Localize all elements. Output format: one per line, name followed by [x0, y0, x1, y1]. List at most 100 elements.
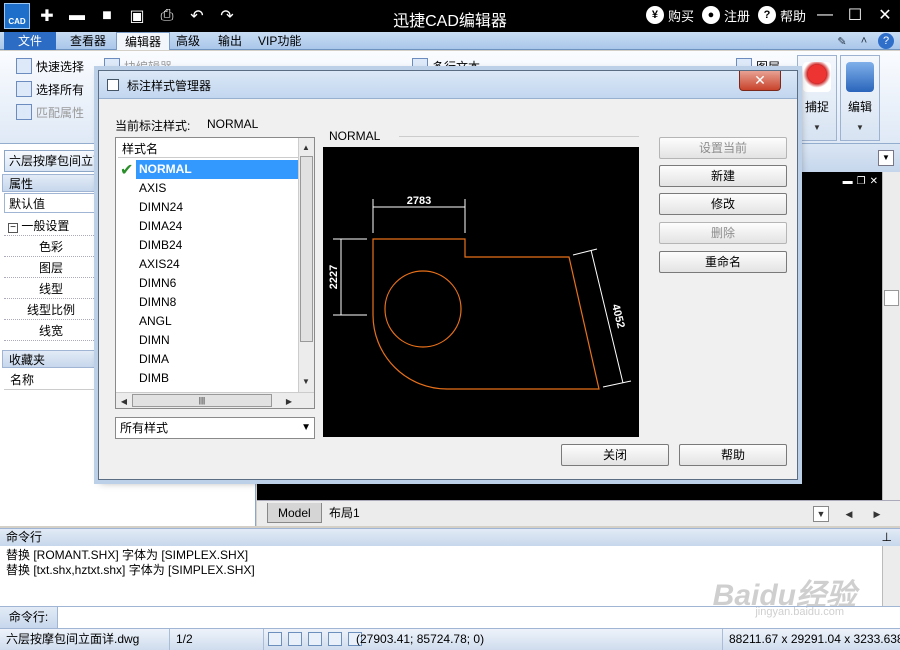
style-item[interactable]: NORMAL [136, 160, 298, 179]
style-list-hscroll[interactable]: ◀ ||| ▶ [116, 392, 314, 408]
drawing-minimize-icon[interactable]: ▬ [843, 176, 853, 187]
tab-viewer[interactable]: 查看器 [62, 32, 114, 50]
style-item[interactable]: DIMN [118, 331, 298, 350]
prop-linetype-scale[interactable]: 线型比例 [4, 300, 98, 320]
tab-file[interactable]: 文件 [4, 32, 56, 50]
save-icon[interactable]: ■ [94, 3, 120, 29]
scroll-down-icon[interactable]: ▼ [299, 374, 313, 388]
style-list-vthumb[interactable] [300, 156, 313, 342]
delete-style-button[interactable]: 删除 [659, 222, 787, 244]
preview-groupbox-line [399, 136, 639, 137]
style-list[interactable]: 样式名 ✔ NORMAL AXIS DIMN24 DIMA24 DIMB24 A… [115, 137, 315, 409]
edit-dropdown-icon: ▼ [856, 123, 864, 132]
dialog-titlebar[interactable]: 标注样式管理器 [99, 71, 797, 99]
command-log-scrollbar[interactable] [882, 546, 900, 606]
general-settings-group[interactable]: − 一般设置 [4, 216, 98, 236]
document-tab[interactable]: 六层按摩包间立面详 [4, 150, 104, 172]
print-icon[interactable]: ⎙ [154, 3, 180, 29]
scroll-right-arrow-icon[interactable]: ▶ [282, 394, 296, 408]
tab-editor[interactable]: 编辑器 [116, 32, 171, 50]
help-link[interactable]: ? 帮助 [757, 6, 806, 25]
save-as-icon[interactable]: ▣ [124, 3, 150, 29]
redo-icon[interactable]: ↷ [214, 3, 240, 29]
edit-button[interactable]: 编辑 ▼ [840, 55, 880, 141]
minimize-icon[interactable]: — [814, 4, 836, 26]
collapse-ribbon-icon[interactable]: ˄ [856, 33, 872, 49]
register-link[interactable]: ● 注册 [701, 6, 750, 25]
style-item[interactable]: DIMA [118, 350, 298, 369]
prop-color[interactable]: 色彩 [4, 237, 98, 257]
prop-lineweight[interactable]: 线宽 [4, 321, 98, 341]
drawing-vertical-thumb[interactable] [884, 290, 899, 306]
dialog-close-icon[interactable]: ✕ [739, 71, 781, 91]
scroll-up-icon[interactable]: ▲ [299, 140, 313, 154]
undo-icon[interactable]: ↶ [184, 3, 210, 29]
style-item[interactable]: DIMN6 [118, 274, 298, 293]
style-item[interactable]: DIMN8 [118, 293, 298, 312]
tab-advanced[interactable]: 高级 [168, 32, 208, 50]
window-close-icon[interactable]: ✕ [874, 4, 896, 26]
tab-output[interactable]: 输出 [210, 32, 250, 50]
brush-match-icon [16, 104, 32, 120]
style-item[interactable]: AXIS24 [118, 255, 298, 274]
ribbon-help-icon[interactable]: ? [878, 33, 894, 49]
scroll-left-arrow-icon[interactable]: ◀ [117, 394, 131, 408]
scroll-left-icon[interactable]: ◀ [841, 506, 857, 522]
pin-icon[interactable]: ⊥ [882, 529, 892, 546]
style-item[interactable]: DIMB24 [118, 236, 298, 255]
tab-layout1[interactable]: 布局1 [319, 503, 370, 523]
new-file-icon[interactable]: ✚ [34, 3, 60, 29]
style-list-hthumb[interactable]: ||| [132, 394, 272, 407]
style-filter-select[interactable]: 所有样式 ▼ [115, 417, 315, 439]
style-item[interactable]: DIMB [118, 369, 298, 388]
register-label: 注册 [723, 8, 750, 24]
quick-access-toolbar: CAD ✚ ▬ ■ ▣ ⎙ ↶ ↷ [4, 3, 240, 29]
maximize-icon[interactable]: ☐ [844, 4, 866, 26]
scroll-dropdown-icon[interactable]: ▼ [813, 506, 829, 522]
style-list-vscroll[interactable]: ▲ ▼ [298, 138, 314, 392]
quick-select-icon [16, 58, 32, 74]
buy-link[interactable]: ¥ 购买 [645, 6, 694, 25]
help-button[interactable]: 帮助 [679, 444, 787, 466]
app-logo[interactable]: CAD [4, 3, 30, 29]
select-all-button[interactable]: 选择所有 [16, 79, 84, 99]
style-item[interactable]: DIMN24 [118, 198, 298, 217]
edit-doc-icon [846, 62, 874, 92]
snap-toggle-icon[interactable] [268, 632, 282, 646]
preview-drawing: 2783 2227 4052 [328, 195, 632, 390]
user-icon: ● [701, 6, 720, 24]
drawing-close-icon[interactable]: ✕ [870, 176, 878, 187]
style-item[interactable]: ANGL [118, 312, 298, 331]
match-props-button[interactable]: 匹配属性 [16, 102, 84, 122]
status-page: 1/2 [170, 629, 264, 650]
new-style-button[interactable]: 新建 [659, 165, 787, 187]
quick-select-button[interactable]: 快速选择 [16, 56, 84, 76]
help-label: 帮助 [779, 8, 806, 24]
brush-icon[interactable]: ✎ [834, 33, 850, 49]
magnet-icon [803, 62, 831, 92]
grid-dots-icon[interactable] [308, 632, 322, 646]
style-item[interactable]: AXIS [118, 179, 298, 198]
rename-style-button[interactable]: 重命名 [659, 251, 787, 273]
set-current-button[interactable]: 设置当前 [659, 137, 787, 159]
style-item[interactable]: DIMA24 [118, 217, 298, 236]
ortho-toggle-icon[interactable] [328, 632, 342, 646]
snap-button[interactable]: 捕捉 ▼ [797, 55, 837, 141]
tab-model[interactable]: Model [267, 503, 322, 523]
close-button[interactable]: 关闭 [561, 444, 669, 466]
prop-layer[interactable]: 图层 [4, 258, 98, 278]
grid-toggle-icon[interactable] [288, 632, 302, 646]
open-folder-icon[interactable]: ▬ [64, 3, 90, 29]
prop-linetype[interactable]: 线型 [4, 279, 98, 299]
toolbar-dropdown-icon[interactable]: ▼ [878, 150, 894, 166]
snap-dropdown-icon: ▼ [813, 123, 821, 132]
drawing-vertical-scrollbar[interactable] [882, 172, 900, 500]
scroll-right-icon[interactable]: ▶ [869, 506, 885, 522]
modify-style-button[interactable]: 修改 [659, 193, 787, 215]
default-value-select[interactable]: 默认值 [4, 193, 98, 213]
tab-vip[interactable]: VIP功能 [250, 32, 309, 50]
drawing-restore-icon[interactable]: ❐ [857, 176, 866, 187]
command-header: 命令行 ⊥ [0, 528, 900, 546]
drawing-window-controls: ▬ ❐ ✕ [843, 176, 878, 187]
command-input[interactable] [62, 607, 842, 628]
